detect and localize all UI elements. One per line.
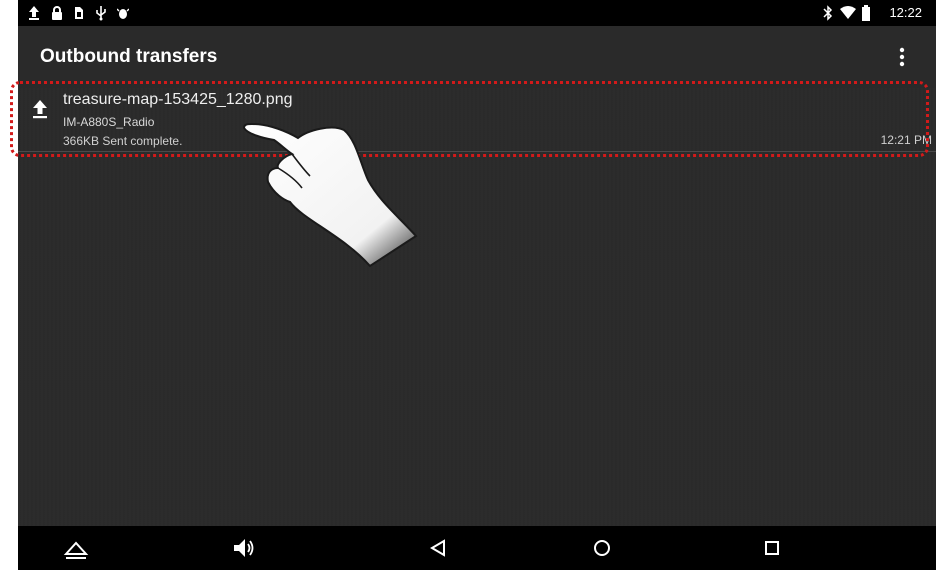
wifi-icon [840, 6, 856, 19]
home-icon[interactable] [588, 534, 616, 562]
page-title: Outbound transfers [40, 46, 218, 67]
collapse-icon[interactable] [62, 534, 90, 562]
navigation-bar [18, 526, 936, 570]
transfer-list-item[interactable]: treasure-map-153425_1280.png IM-A880S_Ra… [18, 88, 936, 152]
status-time: 12:22 [889, 5, 922, 20]
transfer-time: 12:21 PM [880, 133, 932, 147]
divider [18, 151, 936, 152]
back-icon[interactable] [424, 534, 452, 562]
lock-icon [52, 6, 62, 20]
more-vert-icon[interactable] [894, 44, 910, 70]
upload-status-icon [29, 6, 39, 20]
battery-icon [862, 5, 870, 21]
device-screen: 12:22 Outbound transfers treasure-map-15… [18, 0, 936, 570]
transfer-status: 366KB Sent complete. [63, 134, 183, 148]
sim-card-icon [75, 7, 83, 19]
transfer-list: treasure-map-153425_1280.png IM-A880S_Ra… [18, 88, 936, 526]
bluetooth-icon [823, 5, 833, 21]
status-bar: 12:22 [18, 0, 936, 26]
file-name: treasure-map-153425_1280.png [63, 91, 293, 108]
volume-icon[interactable] [230, 534, 258, 562]
android-debug-icon [117, 8, 129, 19]
usb-icon [96, 6, 106, 21]
app-bar: Outbound transfers [18, 26, 936, 88]
recents-icon[interactable] [758, 534, 786, 562]
upload-icon [33, 100, 47, 119]
device-name: IM-A880S_Radio [63, 115, 155, 129]
